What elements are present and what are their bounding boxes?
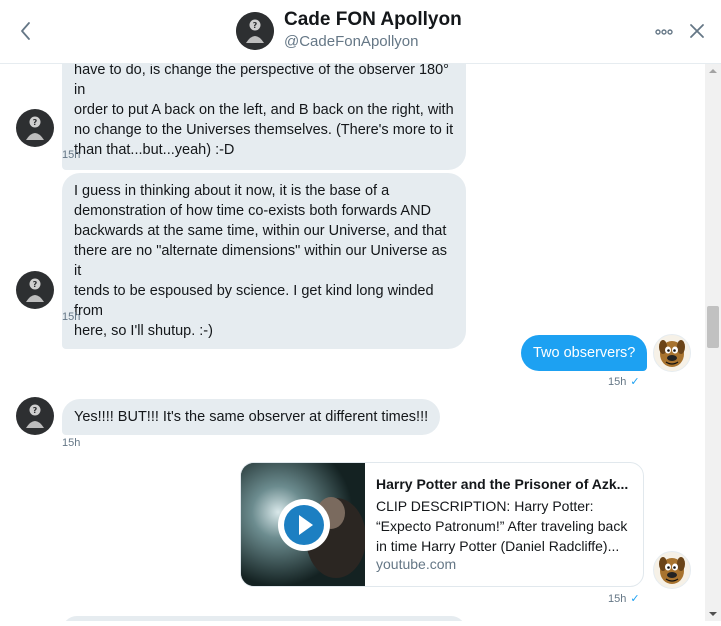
message-line: backwards at the same time, within our U… — [74, 223, 447, 239]
message-timestamp: 15h — [62, 311, 81, 323]
message-line: no change to the Universes themselves. (… — [74, 122, 454, 138]
avatar[interactable]: ? — [16, 109, 54, 147]
avatar-image — [659, 340, 685, 367]
svg-text:?: ? — [33, 406, 38, 415]
avatar[interactable]: ? — [16, 397, 54, 435]
card-title: Harry Potter and the Prisoner of Azk... — [376, 476, 629, 492]
back-button[interactable] — [16, 18, 36, 44]
message-line: have to do, is change the perspective of… — [74, 64, 449, 98]
svg-text:?: ? — [33, 118, 38, 127]
message-text: Two observers? — [533, 345, 636, 361]
message-timestamp: 15h — [62, 149, 81, 161]
svg-text:?: ? — [253, 21, 258, 30]
more-options-button[interactable] — [654, 22, 674, 42]
link-preview-card[interactable]: Harry Potter and the Prisoner of Azk... … — [240, 462, 644, 587]
svg-text:?: ? — [33, 280, 38, 289]
message-list[interactable]: have to do, is change the perspective of… — [0, 64, 705, 621]
card-domain: youtube.com — [376, 556, 457, 572]
avatar-image — [659, 557, 685, 584]
message-line: I guess in thinking about it now, it is … — [74, 183, 390, 199]
avatar[interactable]: ? — [236, 12, 274, 50]
avatar[interactable] — [653, 334, 691, 372]
message-bubble-incoming[interactable] — [62, 616, 466, 621]
message-line: order to put A back on the left, and B b… — [74, 102, 454, 118]
close-button[interactable] — [688, 22, 706, 40]
message-bubble-incoming[interactable]: have to do, is change the perspective of… — [62, 64, 466, 170]
conversation-header: ? Cade FON Apollyon @CadeFonApollyon — [0, 0, 721, 64]
message-text: Yes!!!! BUT!!! It's the same observer at… — [74, 409, 429, 425]
user-handle[interactable]: @CadeFonApollyon — [284, 33, 418, 50]
play-icon[interactable] — [276, 497, 332, 553]
message-line: here, so I'll shutup. :-) — [74, 323, 213, 339]
message-line: there are no "alternate dimensions" with… — [74, 243, 447, 279]
message-timestamp: 15h ✓ — [608, 376, 640, 388]
message-bubble-incoming[interactable]: I guess in thinking about it now, it is … — [62, 173, 466, 349]
video-thumbnail[interactable] — [241, 463, 365, 586]
more-icon — [655, 29, 673, 35]
scroll-down-button[interactable] — [705, 607, 721, 621]
scrollbar[interactable] — [705, 64, 721, 621]
page-title[interactable]: Cade FON Apollyon — [284, 9, 462, 31]
avatar-image: ? — [26, 278, 44, 302]
card-description: CLIP DESCRIPTION: Harry Potter: “Expecto… — [376, 498, 628, 554]
close-icon — [690, 24, 704, 38]
message-bubble-incoming[interactable]: Yes!!!! BUT!!! It's the same observer at… — [62, 399, 441, 435]
scroll-up-icon — [709, 69, 717, 73]
message-line: demonstration of how time co-exists both… — [74, 203, 432, 219]
message-line: than that...but...yeah) :-D — [74, 142, 235, 158]
avatar[interactable] — [653, 551, 691, 589]
avatar[interactable]: ? — [16, 271, 54, 309]
message-timestamp: 15h — [62, 437, 81, 449]
avatar-image: ? — [26, 116, 44, 140]
avatar-image: ? — [236, 12, 274, 50]
message-timestamp: 15h ✓ — [608, 593, 640, 605]
scrollbar-thumb[interactable] — [707, 306, 719, 348]
message-bubble-outgoing[interactable]: Two observers? — [521, 335, 648, 371]
sent-check-icon: ✓ — [630, 376, 640, 388]
chevron-left-icon — [21, 22, 30, 40]
avatar-image: ? — [26, 404, 44, 428]
scroll-down-icon — [709, 612, 717, 616]
scroll-up-button[interactable] — [705, 64, 721, 78]
sent-check-icon: ✓ — [630, 593, 640, 605]
message-line: tends to be espoused by science. I get k… — [74, 283, 434, 319]
